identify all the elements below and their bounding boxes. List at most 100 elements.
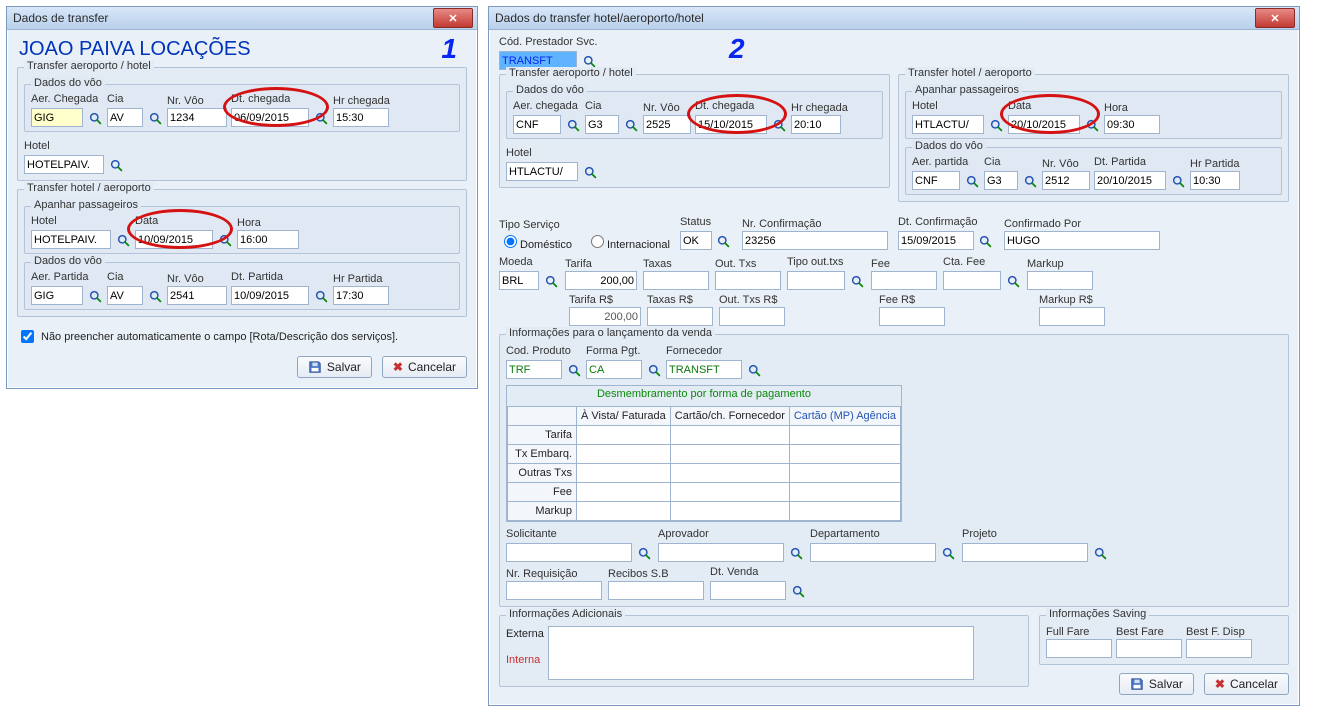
search-icon[interactable] — [147, 110, 163, 127]
search-icon[interactable] — [790, 583, 806, 600]
fee-account-input[interactable] — [943, 271, 1001, 290]
full-fare-input[interactable] — [1046, 639, 1112, 658]
search-icon[interactable] — [565, 117, 581, 134]
arrival-time-input[interactable] — [791, 115, 841, 134]
dep-airport-input[interactable] — [31, 286, 83, 305]
cia-input[interactable] — [984, 171, 1018, 190]
department-input[interactable] — [810, 543, 936, 562]
search-icon[interactable] — [788, 545, 804, 562]
currency-input[interactable] — [499, 271, 539, 290]
auto-fill-checkbox[interactable] — [21, 330, 34, 343]
search-icon[interactable] — [1005, 273, 1021, 290]
flight-number-input[interactable] — [167, 286, 227, 305]
status-input[interactable] — [680, 231, 712, 250]
close-icon[interactable]: ✕ — [433, 8, 473, 28]
service-domestic-radio[interactable] — [504, 235, 517, 248]
search-icon[interactable] — [716, 233, 732, 250]
close-icon[interactable]: ✕ — [1255, 8, 1295, 28]
sale-date-input[interactable] — [710, 581, 786, 600]
arrival-airport-input[interactable] — [513, 115, 561, 134]
cia-input[interactable] — [107, 108, 143, 127]
other-taxes-input[interactable] — [715, 271, 781, 290]
search-icon[interactable] — [1022, 173, 1038, 190]
service-international-radio[interactable] — [591, 235, 604, 248]
additional-info-textarea[interactable] — [548, 626, 974, 680]
tariff-input[interactable] — [565, 271, 637, 290]
confirmed-by-input[interactable] — [1004, 231, 1160, 250]
group-hotel-airport-2: Transfer hotel / aeroporto Apanhar passa… — [898, 74, 1289, 202]
dep-time-input[interactable] — [1190, 171, 1240, 190]
search-icon[interactable] — [978, 233, 994, 250]
search-icon[interactable] — [623, 117, 639, 134]
search-icon[interactable] — [147, 288, 163, 305]
pickup-date-input[interactable] — [135, 230, 213, 249]
annotation-number: 1 — [441, 33, 457, 65]
hotel-input[interactable] — [506, 162, 578, 181]
search-icon[interactable] — [87, 110, 103, 127]
group-sale-info: Informações para o lançamento da venda C… — [499, 334, 1289, 607]
search-icon[interactable] — [313, 288, 329, 305]
confirmation-number-input[interactable] — [742, 231, 888, 250]
search-icon[interactable] — [988, 117, 1004, 134]
search-icon[interactable] — [108, 157, 124, 174]
search-icon[interactable] — [115, 232, 131, 249]
approver-input[interactable] — [658, 543, 784, 562]
requester-input[interactable] — [506, 543, 632, 562]
search-icon[interactable] — [940, 545, 956, 562]
receipts-input[interactable] — [608, 581, 704, 600]
other-taxes-type-input[interactable] — [787, 271, 845, 290]
fee-input[interactable] — [871, 271, 937, 290]
payment-form-input[interactable] — [586, 360, 642, 379]
search-icon[interactable] — [1084, 117, 1100, 134]
dep-date-input[interactable] — [1094, 171, 1166, 190]
search-icon[interactable] — [771, 117, 787, 134]
subgroup-pickup-2: Apanhar passageiros Hotel Data Hora — [905, 91, 1282, 139]
subgroup-pickup: Apanhar passageiros Hotel Data — [24, 206, 460, 254]
flight-number-input[interactable] — [167, 108, 227, 127]
pickup-hotel-input[interactable] — [31, 230, 111, 249]
taxes-input[interactable] — [643, 271, 709, 290]
pickup-time-input[interactable] — [1104, 115, 1160, 134]
arrival-date-input[interactable] — [231, 108, 309, 127]
search-icon[interactable] — [313, 110, 329, 127]
requisition-number-input[interactable] — [506, 581, 602, 600]
search-icon[interactable] — [87, 288, 103, 305]
search-icon[interactable] — [582, 164, 598, 181]
project-input[interactable] — [962, 543, 1088, 562]
search-icon[interactable] — [849, 273, 865, 290]
dep-time-input[interactable] — [333, 286, 389, 305]
dep-date-input[interactable] — [231, 286, 309, 305]
payment-breakdown-table: À Vista/ FaturadaCartão/ch. FornecedorCa… — [507, 406, 901, 521]
pickup-date-input[interactable] — [1008, 115, 1080, 134]
vendor-heading: JOAO PAIVA LOCAÇÕES — [19, 38, 467, 61]
search-icon[interactable] — [566, 362, 582, 379]
best-fare-disp-input[interactable] — [1186, 639, 1252, 658]
arrival-airport-input[interactable] — [31, 108, 83, 127]
cancel-button[interactable]: ✖Cancelar — [382, 356, 467, 378]
pickup-hotel-input[interactable] — [912, 115, 984, 134]
search-icon[interactable] — [1092, 545, 1108, 562]
pickup-time-input[interactable] — [237, 230, 299, 249]
search-icon[interactable] — [1170, 173, 1186, 190]
cia-input[interactable] — [585, 115, 619, 134]
supplier-input[interactable] — [666, 360, 742, 379]
search-icon[interactable] — [964, 173, 980, 190]
arrival-time-input[interactable] — [333, 108, 389, 127]
search-icon[interactable] — [636, 545, 652, 562]
confirmation-date-input[interactable] — [898, 231, 974, 250]
flight-number-input[interactable] — [643, 115, 691, 134]
save-button[interactable]: Salvar — [297, 356, 372, 378]
arrival-date-input[interactable] — [695, 115, 767, 134]
markup-input[interactable] — [1027, 271, 1093, 290]
payment-breakdown-title: Desmembramento por forma de pagamento — [507, 386, 901, 402]
search-icon[interactable] — [543, 273, 559, 290]
product-code-input[interactable] — [506, 360, 562, 379]
cia-input[interactable] — [107, 286, 143, 305]
hotel-input[interactable] — [24, 155, 104, 174]
dep-airport-input[interactable] — [912, 171, 960, 190]
search-icon[interactable] — [646, 362, 662, 379]
flight-number-input[interactable] — [1042, 171, 1090, 190]
search-icon[interactable] — [217, 232, 233, 249]
search-icon[interactable] — [746, 362, 762, 379]
best-fare-input[interactable] — [1116, 639, 1182, 658]
